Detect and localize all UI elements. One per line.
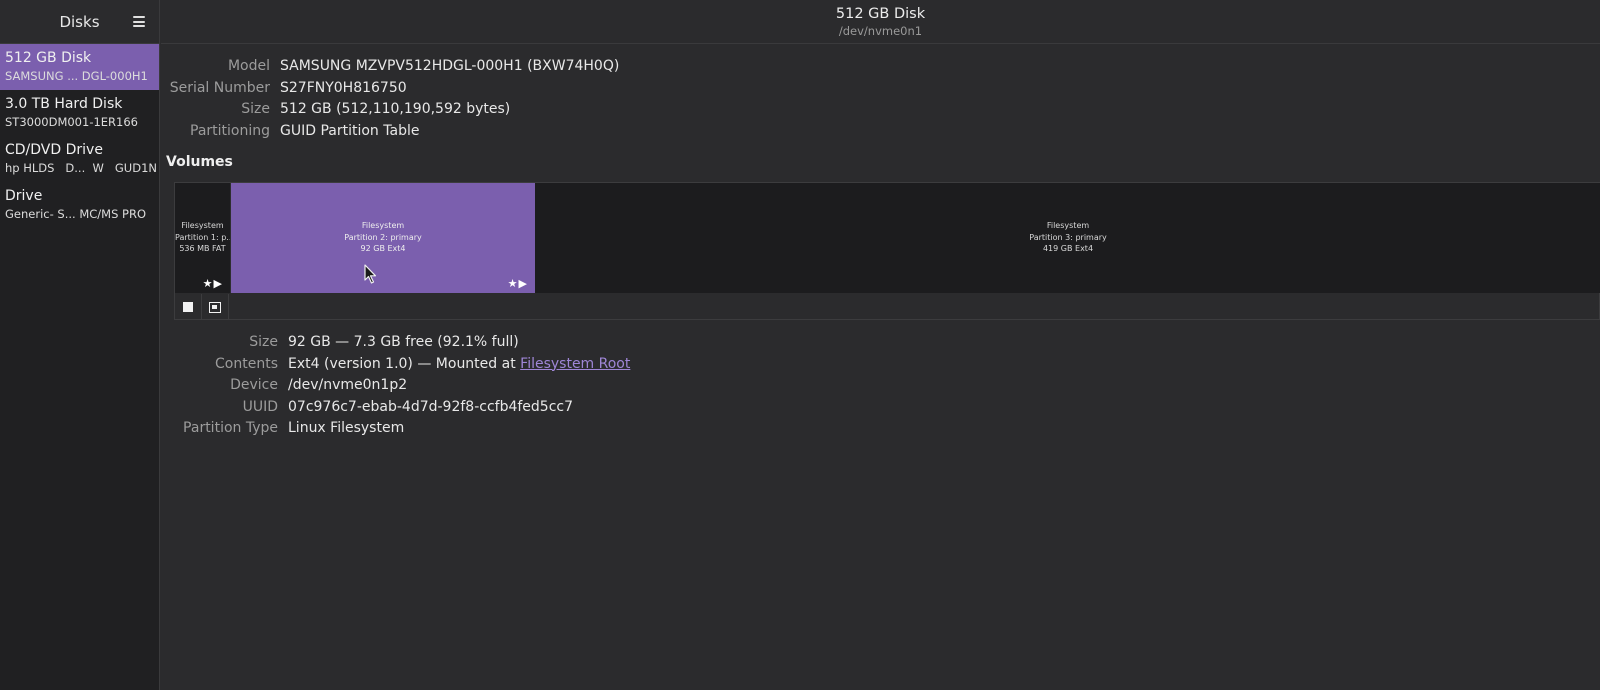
disk-item-name: 3.0 TB Hard Disk	[5, 96, 123, 112]
disk-item-3tb[interactable]: 3.0 TB Hard Disk ST3000DM001-1ER166	[0, 90, 159, 136]
contents-value: Ext4 (version 1.0) — Mounted at Filesyst…	[278, 354, 630, 376]
partition-size: 419 GB Ext4	[1042, 244, 1094, 253]
partition-type: Filesystem	[1046, 221, 1090, 230]
stop-square-icon	[183, 302, 193, 312]
unmount-button[interactable]	[175, 294, 202, 320]
disk-item-512gb[interactable]: 512 GB Disk SAMSUNG ... DGL-000H1	[0, 44, 159, 90]
main-panel: 512 GB Disk /dev/nvme0n1 Model SAMSUNG M…	[161, 0, 1600, 690]
filesystem-root-link[interactable]: Filesystem Root	[520, 356, 630, 372]
partition-type-label: Partition Type	[183, 420, 278, 436]
serial-value: S27FNY0H816750	[280, 79, 407, 96]
partitioning-label: Partitioning	[190, 122, 270, 139]
partition-type-value: Linux Filesystem	[288, 420, 405, 436]
mounted-star-play-icon: ★▶	[202, 276, 223, 290]
sidebar-header: Disks	[0, 0, 159, 44]
disk-item-model: Generic- S... MC/MS PRO	[5, 207, 147, 221]
disk-item-drive[interactable]: Drive Generic- S... MC/MS PRO	[0, 182, 159, 228]
main-header: 512 GB Disk /dev/nvme0n1	[161, 0, 1600, 44]
disk-list: 512 GB Disk SAMSUNG ... DGL-000H1 3.0 TB…	[0, 44, 159, 228]
sidebar: Disks 512 GB Disk SAMSUNG ... DGL-000H1 …	[0, 0, 160, 690]
partition-bar: Filesystem Partition 1: p... 536 MB FAT …	[175, 183, 1600, 293]
contents-text: Ext4 (version 1.0) — Mounted at	[288, 355, 521, 372]
device-value: /dev/nvme0n1p2	[288, 377, 408, 393]
partitioning-value: GUID Partition Table	[280, 122, 420, 139]
volume-partition-type-row: Partition Type Linux Filesystem	[161, 418, 630, 440]
volume-map: Filesystem Partition 1: p... 536 MB FAT …	[174, 182, 1600, 320]
uuid-value: 07c976c7-ebab-4d7d-92f8-ccfb4fed5cc7	[288, 398, 574, 415]
disk-partitioning-row: Partitioning GUID Partition Table	[161, 121, 619, 143]
partition-2-block[interactable]: Filesystem Partition 2: primary 92 GB Ex…	[231, 183, 535, 293]
page-subtitle: /dev/nvme0n1	[838, 24, 923, 38]
disk-info: Model SAMSUNG MZVPV512HDGL-000H1 (BXW74H…	[161, 56, 620, 143]
disk-item-model: hp HLDS D... W GUD1N	[5, 161, 157, 175]
disk-item-name: 512 GB Disk	[5, 50, 92, 66]
disk-model-row: Model SAMSUNG MZVPV512HDGL-000H1 (BXW74H…	[161, 56, 619, 78]
disk-item-name: CD/DVD Drive	[5, 142, 103, 158]
contents-label: Contents	[215, 355, 278, 372]
volume-contents-row: Contents Ext4 (version 1.0) — Mounted at…	[161, 354, 630, 376]
disk-item-model: SAMSUNG ... DGL-000H1	[5, 69, 148, 83]
volume-info: Size 92 GB — 7.3 GB free (92.1% full) Co…	[161, 332, 630, 440]
size-value: 512 GB (512,110,190,592 bytes)	[280, 101, 511, 117]
partition-name: Partition 3: primary	[1029, 232, 1107, 242]
size-label: Size	[241, 101, 270, 117]
partition-3-block[interactable]: Filesystem Partition 3: primary 419 GB E…	[535, 183, 1600, 293]
partition-name: Partition 2: primary	[344, 232, 422, 242]
disk-size-row: Size 512 GB (512,110,190,592 bytes)	[161, 99, 619, 121]
serial-label: Serial Number	[169, 79, 270, 96]
disk-item-model: ST3000DM001-1ER166	[5, 115, 138, 129]
hamburger-menu-icon[interactable]	[133, 16, 145, 27]
volume-size-label: Size	[249, 334, 278, 350]
device-label: Device	[230, 377, 278, 393]
disks-app-window: Disks 512 GB Disk SAMSUNG ... DGL-000H1 …	[0, 0, 1600, 690]
mounted-star-play-icon: ★▶	[507, 276, 528, 290]
disk-item-name: Drive	[5, 188, 43, 204]
volumes-heading: Volumes	[166, 154, 233, 170]
volume-size-value: 92 GB — 7.3 GB free (92.1% full)	[288, 334, 519, 350]
disk-serial-row: Serial Number S27FNY0H816750	[161, 78, 619, 100]
mouse-pointer-icon	[364, 264, 377, 284]
partition-size: 92 GB Ext4	[360, 244, 406, 253]
partition-options-button[interactable]	[202, 294, 229, 320]
partition-size: 536 MB FAT	[179, 244, 226, 253]
volume-size-row: Size 92 GB — 7.3 GB free (92.1% full)	[161, 332, 630, 354]
sidebar-title: Disks	[59, 12, 100, 31]
partition-1-block[interactable]: Filesystem Partition 1: p... 536 MB FAT …	[175, 183, 231, 293]
partition-name: Partition 1: p...	[175, 232, 230, 242]
partition-options-icon	[209, 301, 221, 313]
partition-type: Filesystem	[361, 221, 405, 230]
uuid-label: UUID	[242, 398, 278, 415]
partition-type: Filesystem	[181, 221, 224, 230]
volume-device-row: Device /dev/nvme0n1p2	[161, 375, 630, 397]
volume-toolbar	[175, 294, 229, 320]
model-label: Model	[227, 58, 270, 74]
model-value: SAMSUNG MZVPV512HDGL-000H1 (BXW74H0Q)	[280, 58, 620, 74]
disk-item-cd-dvd[interactable]: CD/DVD Drive hp HLDS D... W GUD1N	[0, 136, 159, 182]
page-title: 512 GB Disk	[835, 6, 926, 22]
volume-uuid-row: UUID 07c976c7-ebab-4d7d-92f8-ccfb4fed5cc…	[161, 397, 630, 419]
